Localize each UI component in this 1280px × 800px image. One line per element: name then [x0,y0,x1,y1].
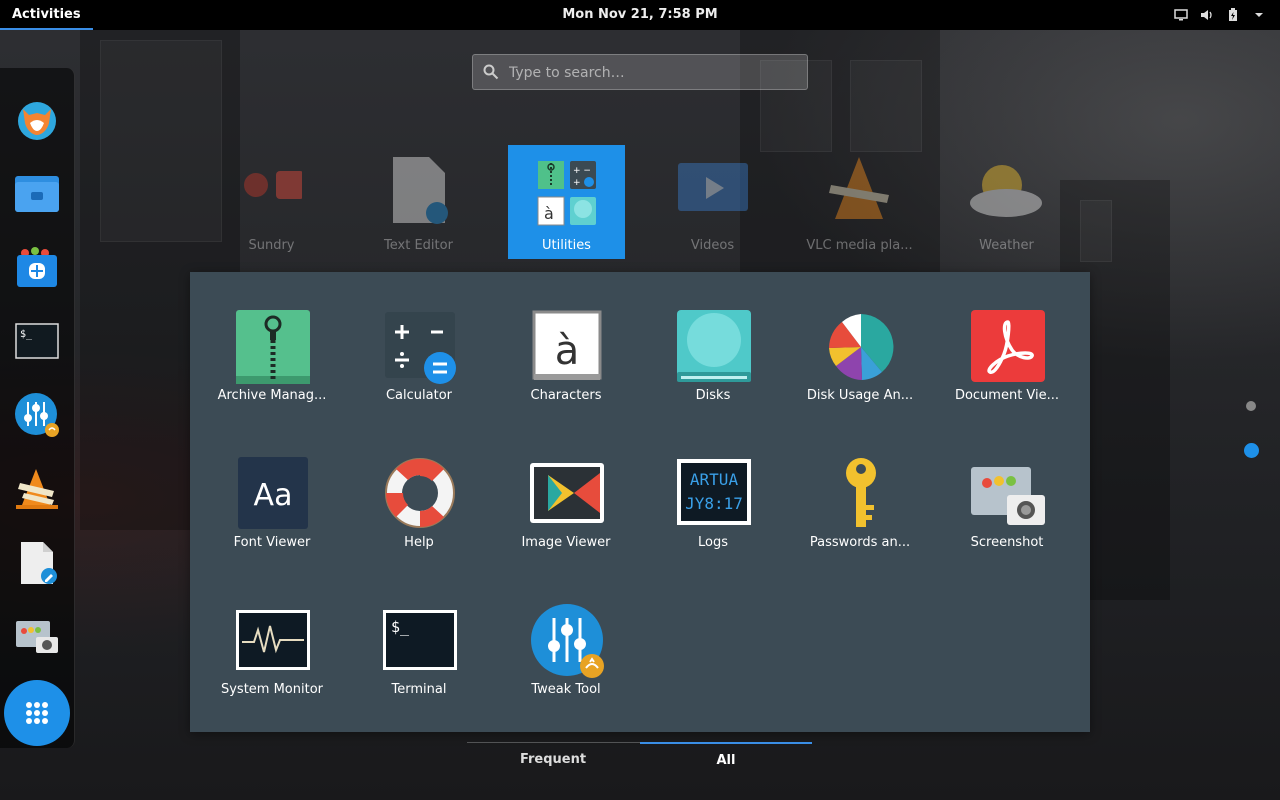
app-image-viewer[interactable]: Image Viewer [498,457,634,567]
terminal-icon: $_ [15,323,59,359]
key-icon [846,458,876,527]
chevron-down-icon[interactable] [1252,8,1266,22]
text-editor-icon [393,157,448,224]
tweak-tool-icon [531,604,604,678]
calculator-icon [385,312,456,384]
tweak-tool-icon [15,393,59,437]
dash-item-tweak-tool[interactable] [14,392,60,438]
dash-item-files[interactable] [14,170,60,216]
videos-icon [678,163,748,211]
svg-text:+: + [573,178,581,188]
page-indicator-1[interactable] [1246,401,1256,411]
svg-text:ARTUA: ARTUA [690,470,739,489]
screenshot-icon [971,467,1045,525]
app-disks[interactable]: Disks [645,310,781,420]
dash-item-terminal[interactable]: $_ [14,318,60,364]
files-icon [15,176,59,212]
show-applications-button[interactable] [4,680,70,746]
dash: $_ [0,68,75,748]
disks-icon [677,310,751,382]
folder-utilities[interactable]: + − + à Utilities [508,145,625,259]
app-screenshot[interactable]: Screenshot [939,457,1075,567]
system-tray[interactable] [1174,0,1266,30]
svg-text:JY8:17: JY8:17 [685,494,743,513]
dash-item-screenshot[interactable] [14,614,60,660]
view-switcher: Frequent All [467,742,812,777]
grid-icon [26,702,48,724]
activities-button[interactable]: Activities [0,0,93,30]
app-terminal[interactable]: $_ Terminal [351,604,487,714]
disk-usage-analyzer-icon [829,314,894,380]
folder-weather[interactable]: Weather [948,145,1065,259]
search-box[interactable] [472,54,808,91]
vlc-icon [829,157,889,219]
tab-frequent[interactable]: Frequent [467,743,639,777]
app-passwords-and-keys[interactable]: Passwords an... [792,457,928,567]
text-editor-icon [21,542,57,584]
software-icon [17,247,57,287]
app-tweak-tool[interactable]: Tweak Tool [498,604,634,714]
app-calculator[interactable]: Calculator [351,310,487,420]
app-logs[interactable]: ARTUA JY8:17 Logs [645,457,781,567]
archive-manager-icon [236,310,310,384]
vlc-icon [16,469,58,509]
app-font-viewer[interactable]: Aa Font Viewer [204,457,340,567]
sundry-icon [244,171,302,199]
clock[interactable]: Mon Nov 21, 7:58 PM [562,7,717,22]
screenshot-icon [16,621,58,653]
utilities-folder-panel: Archive Manag... Calculator à Characters… [190,272,1090,732]
dash-item-text-editor[interactable] [14,540,60,586]
svg-text:+ −: + − [573,166,591,176]
top-bar: Activities Mon Nov 21, 7:58 PM [0,0,1280,30]
logs-icon: ARTUA JY8:17 [677,459,751,525]
pdf-icon [971,310,1045,382]
system-monitor-icon [236,610,310,670]
terminal-icon: $_ [383,610,457,670]
search-icon [483,64,499,84]
folder-text-editor[interactable]: Text Editor [360,145,477,259]
svg-text:$_: $_ [20,329,33,340]
app-archive-manager[interactable]: Archive Manag... [204,310,340,420]
search-input[interactable] [507,55,801,91]
dash-item-firefox[interactable] [14,96,60,142]
characters-icon: à [532,310,602,380]
app-document-viewer[interactable]: Document Vie... [939,310,1075,420]
utilities-folder-icon: + − + à [537,161,596,226]
app-characters[interactable]: à Characters [498,310,634,420]
help-icon [385,458,455,528]
volume-icon[interactable] [1200,8,1214,22]
battery-icon[interactable] [1226,8,1240,22]
svg-text:Aa: Aa [254,478,293,513]
image-viewer-icon [530,463,604,523]
app-disk-usage-analyzer[interactable]: Disk Usage An... [792,310,928,420]
weather-icon [970,165,1042,217]
dash-item-vlc[interactable] [14,466,60,512]
folder-videos[interactable]: Videos [654,145,771,259]
screen-icon[interactable] [1174,8,1188,22]
folder-sundry[interactable]: Sundry [213,145,330,259]
page-indicator-2[interactable] [1244,443,1259,458]
dash-item-software[interactable] [14,244,60,290]
firefox-icon [18,102,56,140]
svg-text:à: à [555,328,580,374]
folder-vlc[interactable]: VLC media pla... [801,145,918,259]
app-help[interactable]: Help [351,457,487,567]
svg-text:à: à [544,204,554,223]
font-viewer-icon: Aa [238,457,308,529]
tab-all[interactable]: All [640,742,812,778]
app-system-monitor[interactable]: System Monitor [204,604,340,714]
svg-text:$_: $_ [391,618,410,636]
